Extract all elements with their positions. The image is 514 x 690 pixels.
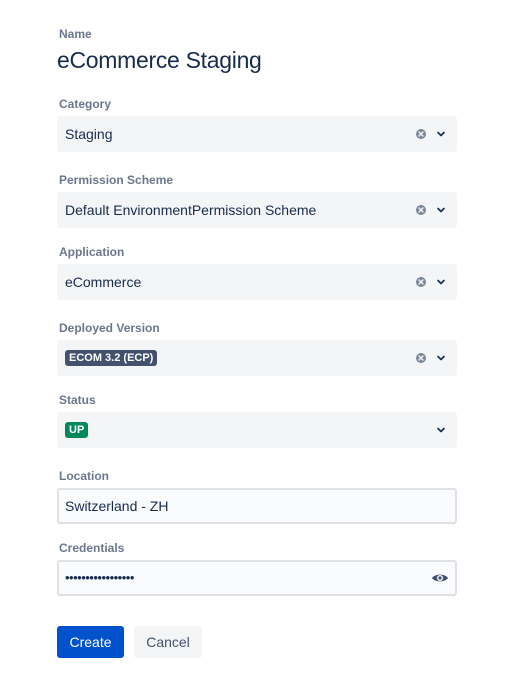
location-field[interactable]: Switzerland - ZH (57, 488, 457, 524)
chevron-down-icon[interactable] (436, 426, 446, 434)
status-label: Status (59, 393, 96, 407)
chevron-down-icon[interactable] (436, 278, 446, 286)
application-select[interactable]: eCommerce (57, 264, 457, 300)
location-value: Switzerland - ZH (65, 498, 169, 514)
location-label: Location (59, 469, 109, 483)
eye-icon[interactable] (431, 572, 449, 584)
create-button[interactable]: Create (57, 626, 124, 658)
name-label: Name (59, 27, 92, 41)
application-label: Application (59, 245, 125, 259)
status-select[interactable]: UP (57, 412, 457, 448)
category-select[interactable]: Staging (57, 116, 457, 152)
permission-scheme-label: Permission Scheme (59, 173, 174, 187)
permission-scheme-select[interactable]: Default EnvironmentPermission Scheme (57, 192, 457, 228)
category-label: Category (59, 97, 112, 111)
credentials-field[interactable]: ••••••••••••••••• (57, 560, 457, 596)
clear-icon[interactable] (416, 277, 426, 287)
clear-icon[interactable] (416, 353, 426, 363)
chevron-down-icon[interactable] (436, 354, 446, 362)
deployed-version-label: Deployed Version (59, 321, 160, 335)
permission-scheme-value: Default EnvironmentPermission Scheme (65, 202, 317, 218)
credentials-value: ••••••••••••••••• (65, 570, 134, 585)
version-lozenge: ECOM 3.2 (ECP) (65, 350, 158, 366)
credentials-label: Credentials (59, 541, 125, 555)
name-value[interactable]: eCommerce Staging (57, 47, 262, 74)
status-badge: UP (65, 422, 89, 438)
deployed-version-select[interactable]: ECOM 3.2 (ECP) (57, 340, 457, 376)
clear-icon[interactable] (416, 205, 426, 215)
category-value: Staging (65, 126, 113, 142)
application-value: eCommerce (65, 274, 142, 290)
cancel-button[interactable]: Cancel (134, 626, 202, 658)
chevron-down-icon[interactable] (436, 130, 446, 138)
clear-icon[interactable] (416, 129, 426, 139)
chevron-down-icon[interactable] (436, 206, 446, 214)
